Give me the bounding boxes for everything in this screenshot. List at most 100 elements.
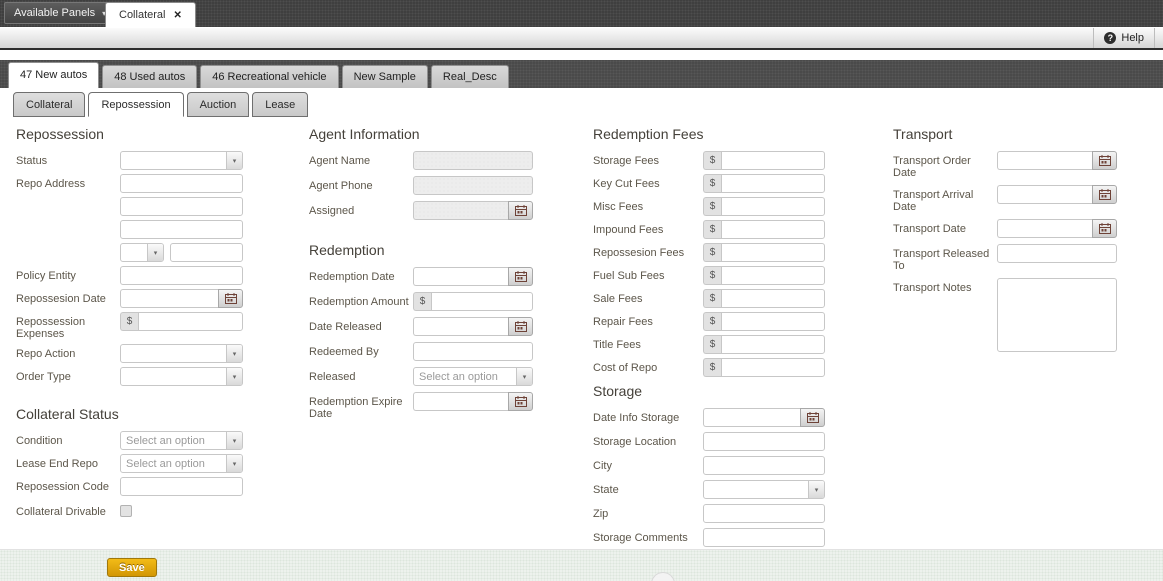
field-label: Misc Fees: [593, 197, 703, 213]
date-released-picker-button[interactable]: [508, 317, 533, 336]
redemption-expire-date-picker-button[interactable]: [508, 392, 533, 411]
section-title-storage: Storage: [593, 383, 825, 399]
storage-comments-input[interactable]: [703, 528, 825, 547]
field-label: Transport Order Date: [893, 151, 997, 179]
date-info-storage-input[interactable]: [703, 408, 800, 427]
title-fees-input[interactable]: [721, 335, 825, 354]
cost-of-repo-input[interactable]: [721, 358, 825, 377]
panel-tab-new-sample[interactable]: New Sample: [342, 65, 428, 88]
repo-address-city-input[interactable]: [120, 220, 243, 239]
currency-prefix: $: [120, 312, 138, 331]
date-info-storage-picker-button[interactable]: [800, 408, 825, 427]
chevron-down-icon[interactable]: ▾: [516, 368, 532, 385]
field-row-zip: Zip: [593, 504, 825, 523]
calendar-icon: [1099, 223, 1111, 234]
date-released-input[interactable]: [413, 317, 508, 336]
transport-order-date-picker-button[interactable]: [1092, 151, 1117, 170]
redemption-date-picker-button[interactable]: [508, 267, 533, 286]
field-label: Date Info Storage: [593, 408, 703, 424]
misc-fees-input[interactable]: [721, 197, 825, 216]
help-button[interactable]: ? Help: [1093, 28, 1155, 48]
tab-repossession[interactable]: Repossession: [88, 92, 183, 117]
chevron-down-icon[interactable]: ▾: [226, 432, 242, 449]
panel-tab-recreational-vehicle[interactable]: 46 Recreational vehicle: [200, 65, 338, 88]
repo-address-state-select[interactable]: ▾: [120, 243, 164, 262]
zip-input[interactable]: [703, 504, 825, 523]
fuel-sub-fees-input[interactable]: [721, 266, 825, 285]
state-select[interactable]: ▾: [703, 480, 825, 499]
repossesion-date-input[interactable]: [120, 289, 218, 308]
condition-select[interactable]: Select an option ▾: [120, 431, 243, 450]
storage-location-input[interactable]: [703, 432, 825, 451]
save-button[interactable]: Save: [107, 558, 157, 577]
transport-date-input[interactable]: [997, 219, 1092, 238]
redeemed-by-input[interactable]: [413, 342, 533, 361]
field-row-agent-name: Agent Name: [309, 151, 533, 170]
reposession-code-input[interactable]: [120, 477, 243, 496]
repo-action-select[interactable]: ▾: [120, 344, 243, 363]
repo-address-line2-input[interactable]: [120, 197, 243, 216]
field-row-repair-fees: Repair Fees $: [593, 312, 825, 331]
open-panel-tab-collateral[interactable]: Collateral ✕: [105, 2, 196, 27]
lease-end-repo-select-value: Select an option: [121, 455, 226, 472]
transport-notes-textarea[interactable]: [997, 278, 1117, 352]
tab-auction[interactable]: Auction: [187, 92, 250, 117]
field-label: Assigned: [309, 201, 413, 217]
field-label: Repossesion Date: [16, 289, 120, 305]
repo-address-zip-input[interactable]: [170, 243, 243, 262]
order-type-select[interactable]: ▾: [120, 367, 243, 386]
field-label: Repo Address: [16, 174, 120, 190]
field-row-order-type: Order Type ▾: [16, 367, 243, 386]
app-window: Available Panels ▾ Collateral ✕ ? Help 4…: [0, 0, 1163, 581]
chevron-down-icon[interactable]: ▾: [147, 244, 163, 261]
chevron-down-icon[interactable]: ▾: [808, 481, 824, 498]
repair-fees-input[interactable]: [721, 312, 825, 331]
currency-prefix: $: [703, 289, 721, 308]
storage-fees-input[interactable]: [721, 151, 825, 170]
field-row-repo-action: Repo Action ▾: [16, 344, 243, 363]
lease-end-repo-select[interactable]: Select an option ▾: [120, 454, 243, 473]
calendar-icon: [515, 396, 527, 407]
chevron-down-icon[interactable]: ▾: [226, 345, 242, 362]
field-row-status: Status ▾: [16, 151, 243, 170]
chevron-down-icon[interactable]: ▾: [226, 368, 242, 385]
city-input[interactable]: [703, 456, 825, 475]
field-row-repossesion-date: Repossesion Date: [16, 289, 243, 308]
assigned-date-picker-button[interactable]: [508, 201, 533, 220]
transport-released-to-input[interactable]: [997, 244, 1117, 263]
redemption-expire-date-input[interactable]: [413, 392, 508, 411]
tab-lease[interactable]: Lease: [252, 92, 308, 117]
redemption-amount-input[interactable]: [431, 292, 533, 311]
released-select[interactable]: Select an option ▾: [413, 367, 533, 386]
panel-tab-used-autos[interactable]: 48 Used autos: [102, 65, 197, 88]
field-row-lease-end-repo: Lease End Repo Select an option ▾: [16, 454, 243, 473]
transport-order-date-input[interactable]: [997, 151, 1092, 170]
field-row-transport-order-date: Transport Order Date: [893, 151, 1117, 179]
field-row-repo-address-2: [16, 197, 243, 216]
redemption-date-input[interactable]: [413, 267, 508, 286]
impound-fees-input[interactable]: [721, 220, 825, 239]
tab-collateral[interactable]: Collateral: [13, 92, 85, 117]
repo-address-line1-input[interactable]: [120, 174, 243, 193]
collateral-drivable-checkbox[interactable]: [120, 505, 132, 517]
available-panels-button[interactable]: Available Panels ▾: [4, 2, 116, 24]
repossession-expenses-input[interactable]: [138, 312, 243, 331]
transport-date-picker-button[interactable]: [1092, 219, 1117, 238]
chevron-down-icon[interactable]: ▾: [226, 152, 242, 169]
column-fees-storage: Redemption Fees Storage Fees $ Key Cut F…: [593, 126, 825, 552]
transport-arrival-date-input[interactable]: [997, 185, 1092, 204]
chevron-down-icon[interactable]: ▾: [226, 455, 242, 472]
field-row-fuel-sub-fees: Fuel Sub Fees $: [593, 266, 825, 285]
repossesion-fees-input[interactable]: [721, 243, 825, 262]
panel-tab-real-desc[interactable]: Real_Desc: [431, 65, 509, 88]
panel-tab-new-autos[interactable]: 47 New autos: [8, 62, 99, 88]
key-cut-fees-input[interactable]: [721, 174, 825, 193]
column-repossession: Repossession Status ▾ Repo Address: [16, 126, 243, 522]
close-icon[interactable]: ✕: [173, 10, 181, 21]
transport-arrival-date-picker-button[interactable]: [1092, 185, 1117, 204]
field-label: Zip: [593, 504, 703, 520]
policy-entity-input[interactable]: [120, 266, 243, 285]
repossesion-date-picker-button[interactable]: [218, 289, 243, 308]
status-select[interactable]: ▾: [120, 151, 243, 170]
sale-fees-input[interactable]: [721, 289, 825, 308]
